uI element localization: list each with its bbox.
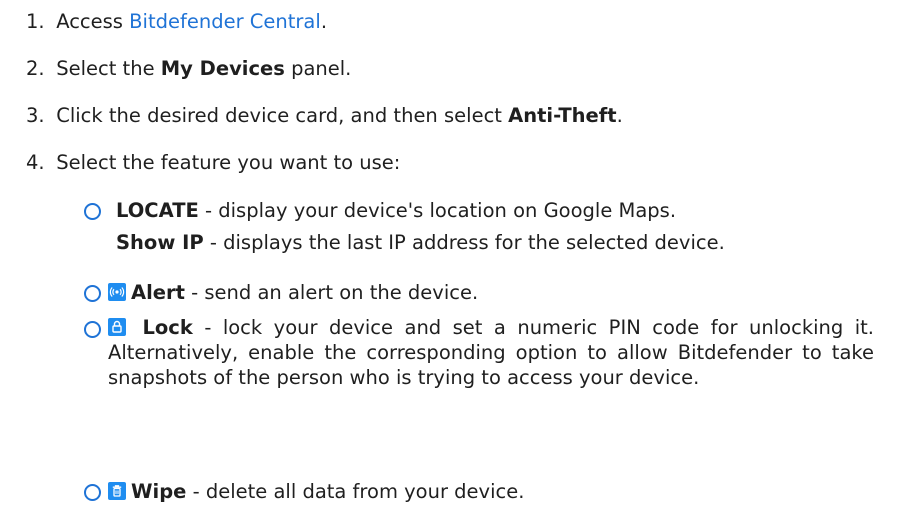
alert-label: Alert <box>131 281 185 304</box>
feature-lock: Lock - lock your device and set a numeri… <box>108 315 874 390</box>
alert-description: - send an alert on the device. <box>184 281 479 304</box>
lock-icon <box>108 318 126 336</box>
anti-theft-label: Anti-Theft <box>508 104 617 127</box>
instructions-document: 1. Access Bitdefender Central. 2. Select… <box>0 0 902 518</box>
step-3: 3. Click the desired device card, and th… <box>26 104 623 128</box>
step-4: 4. Select the feature you want to use: <box>26 151 400 175</box>
locate-label: LOCATE <box>116 199 199 222</box>
feature-wipe: Wipe - delete all data from your device. <box>108 480 524 504</box>
feature-locate: LOCATE - display your device's location … <box>116 199 676 223</box>
step-number: 1. <box>26 10 45 33</box>
bitdefender-central-link[interactable]: Bitdefender Central <box>129 10 321 33</box>
lock-description: - lock your device and set a numeric PIN… <box>108 316 874 389</box>
step-number: 3. <box>26 104 45 127</box>
trash-icon <box>108 482 126 500</box>
step-text-suffix: panel. <box>284 57 352 80</box>
step-text: Access <box>56 10 130 33</box>
lock-label: Lock <box>142 316 193 339</box>
show-ip-label: Show IP <box>116 231 204 254</box>
show-ip-description: - displays the last IP address for the s… <box>203 231 725 254</box>
step-2: 2. Select the My Devices panel. <box>26 57 351 81</box>
bullet-circle <box>84 321 101 338</box>
feature-show-ip: Show IP - displays the last IP address f… <box>116 231 725 255</box>
step-text-suffix: . <box>616 104 623 127</box>
wipe-description: - delete all data from your device. <box>186 480 525 503</box>
bullet-circle <box>84 203 101 220</box>
step-text: Select the <box>56 57 161 80</box>
locate-description: - display your device's location on Goog… <box>198 199 677 222</box>
step-1: 1. Access Bitdefender Central. <box>26 10 327 34</box>
feature-alert: Alert - send an alert on the device. <box>108 281 478 305</box>
step-text: Click the desired device card, and then … <box>56 104 509 127</box>
alert-icon <box>108 283 126 301</box>
step-text: Select the feature you want to use: <box>56 151 401 174</box>
bullet-circle <box>84 484 101 501</box>
my-devices-label: My Devices <box>160 57 285 80</box>
bullet-circle <box>84 285 101 302</box>
step-number: 2. <box>26 57 45 80</box>
wipe-label: Wipe <box>131 480 187 503</box>
step-text-suffix: . <box>320 10 328 33</box>
step-number: 4. <box>26 151 45 174</box>
